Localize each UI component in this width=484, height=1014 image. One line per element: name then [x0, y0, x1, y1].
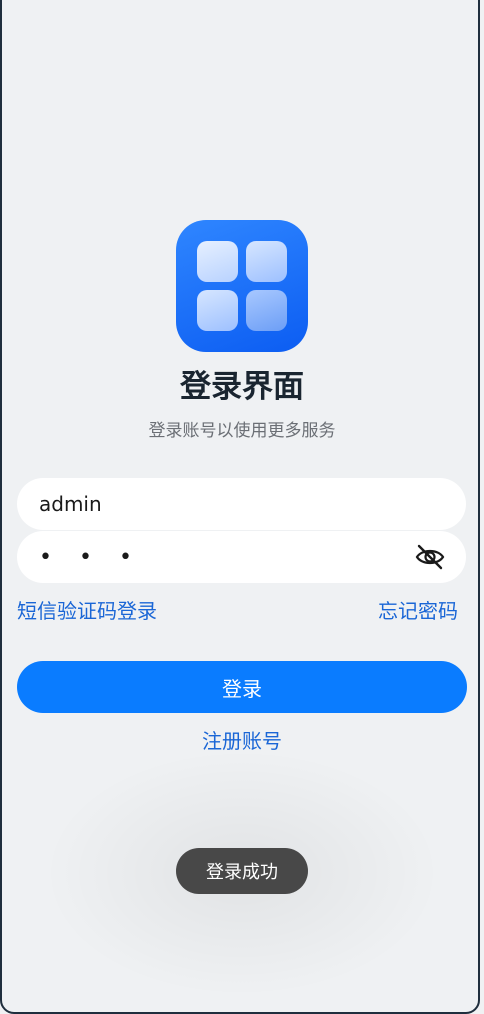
forgot-password-link[interactable]: 忘记密码 — [378, 595, 458, 624]
logo-tile-icon — [197, 290, 238, 331]
logo-tile-icon — [246, 241, 287, 282]
username-field[interactable]: admin — [17, 478, 466, 530]
password-value: • • • — [39, 544, 142, 570]
register-link[interactable]: 注册账号 — [2, 725, 478, 754]
password-field[interactable]: • • • — [17, 531, 466, 583]
logo-tile-icon — [246, 290, 287, 331]
username-value: admin — [39, 492, 102, 516]
eye-off-icon[interactable] — [415, 543, 445, 571]
toast-message: 登录成功 — [176, 848, 308, 894]
login-button[interactable]: 登录 — [17, 661, 467, 713]
logo-tile-icon — [197, 241, 238, 282]
page-subtitle: 登录账号以使用更多服务 — [148, 421, 336, 441]
app-logo-icon — [176, 220, 308, 352]
sms-login-link[interactable]: 短信验证码登录 — [17, 595, 157, 624]
page-title: 登录界面 — [180, 369, 304, 405]
phone-frame: 登录界面 登录账号以使用更多服务 admin • • • 短信验证码登录 忘记密… — [0, 0, 480, 1014]
